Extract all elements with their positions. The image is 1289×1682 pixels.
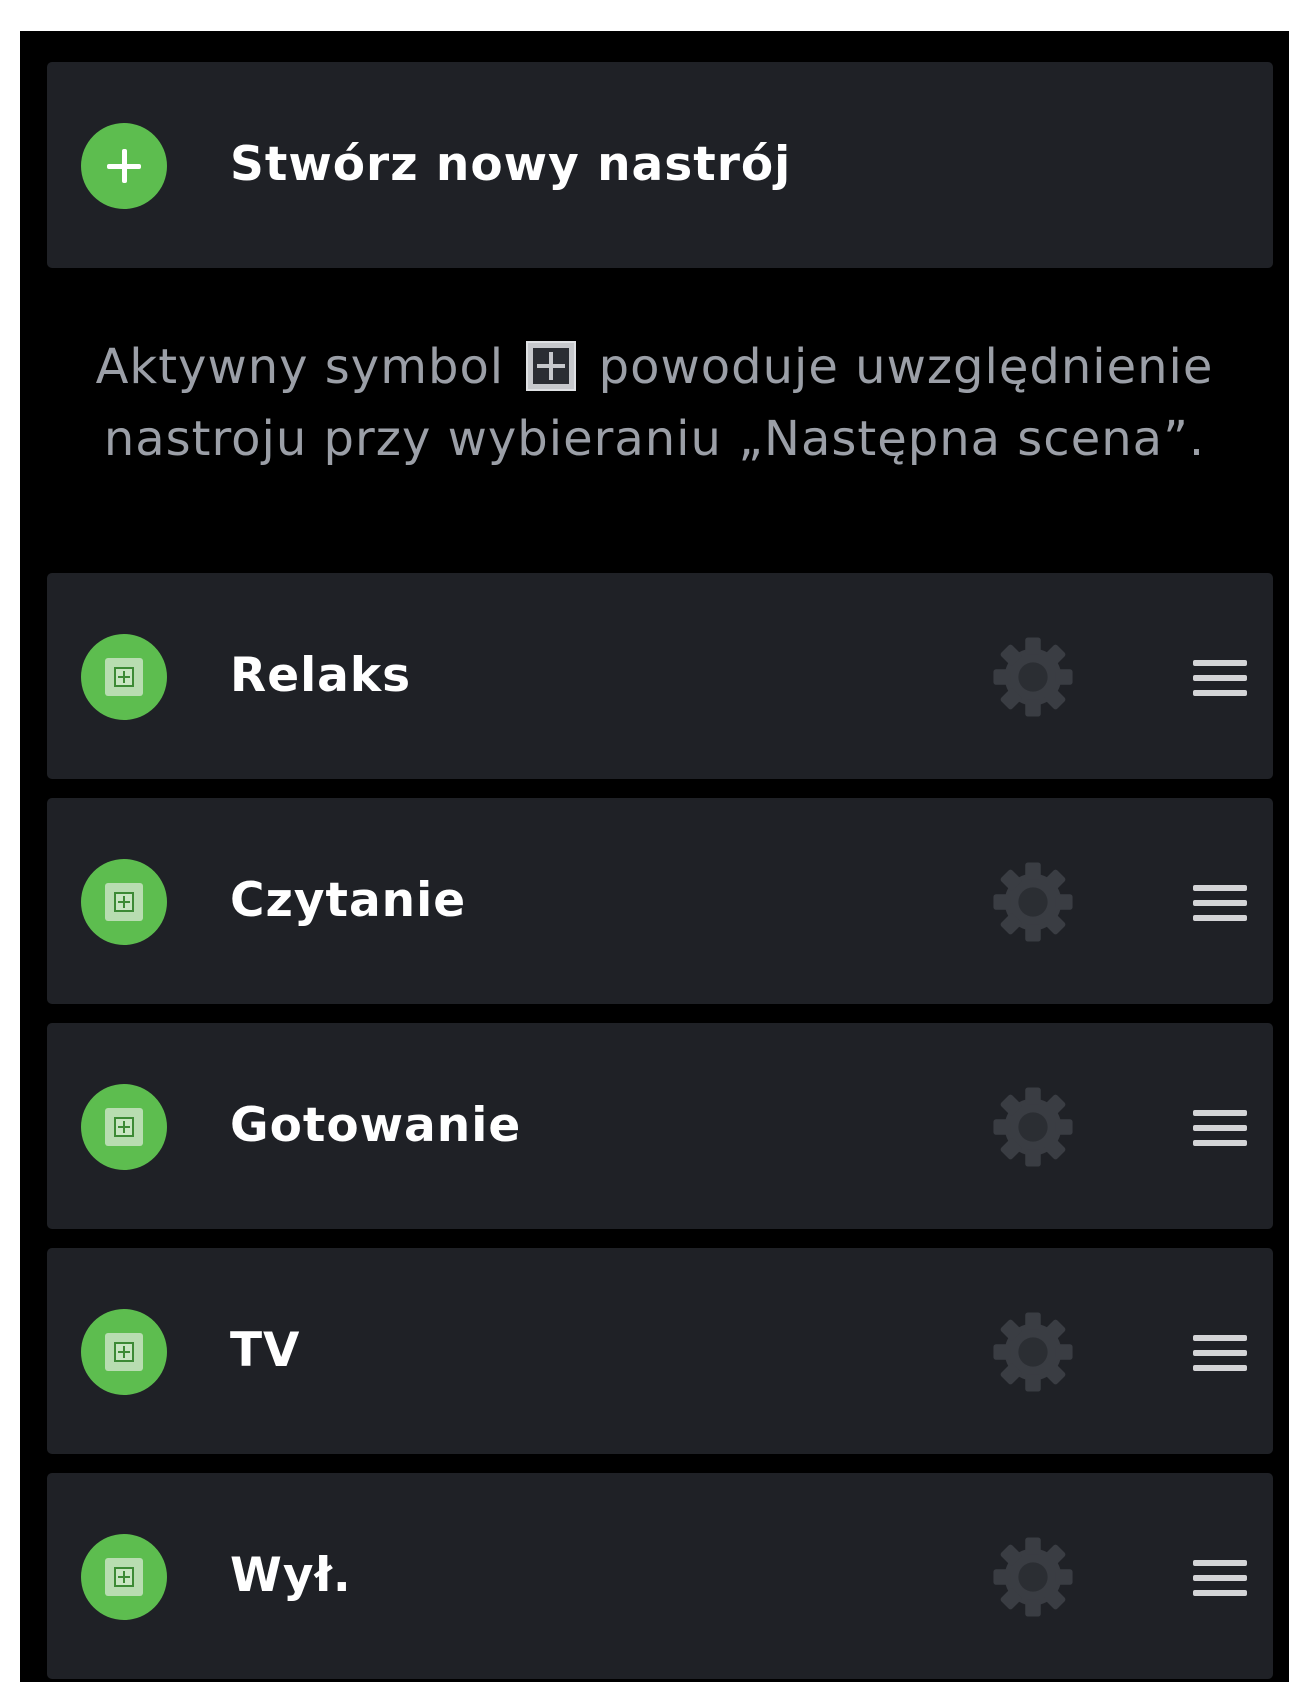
next-scene-include-icon	[105, 1333, 143, 1371]
next-scene-toggle[interactable]	[81, 1534, 167, 1620]
mood-item[interactable]: Wył.	[47, 1473, 1273, 1679]
next-scene-symbol-icon	[526, 341, 577, 391]
info-line-1-end: powoduje uwzględnienie	[598, 339, 1214, 395]
mood-name: Relaks	[230, 648, 412, 703]
gear-icon[interactable]	[990, 1534, 1076, 1620]
mood-name: TV	[230, 1323, 301, 1378]
gear-icon[interactable]	[990, 634, 1076, 720]
create-mood-button[interactable]: Stwórz nowy nastrój	[47, 62, 1273, 268]
next-scene-include-icon	[105, 1558, 143, 1596]
next-scene-toggle[interactable]	[81, 1084, 167, 1170]
add-circle	[81, 123, 167, 209]
info-line-2: nastroju przy wybieraniu „Następna scena…	[103, 411, 1206, 467]
mood-item[interactable]: TV	[47, 1248, 1273, 1454]
drag-handle-icon[interactable]	[1193, 885, 1247, 921]
next-scene-toggle[interactable]	[81, 859, 167, 945]
mood-item[interactable]: Czytanie	[47, 798, 1273, 1004]
next-scene-toggle[interactable]	[81, 634, 167, 720]
mood-item[interactable]: Relaks	[47, 573, 1273, 779]
gear-icon[interactable]	[990, 1084, 1076, 1170]
gear-icon[interactable]	[990, 1309, 1076, 1395]
next-scene-include-icon	[105, 1108, 143, 1146]
info-line-1: Aktywny symbol powoduje uwzględnienie	[20, 331, 1289, 403]
create-mood-label: Stwórz nowy nastrój	[230, 137, 792, 192]
mood-name: Czytanie	[230, 873, 467, 928]
plus-icon	[107, 149, 141, 183]
info-text: Aktywny symbol powoduje uwzględnienie na…	[20, 331, 1289, 475]
next-scene-include-icon	[105, 658, 143, 696]
app-screen: Stwórz nowy nastrój Aktywny symbol powod…	[20, 31, 1289, 1682]
mood-name: Wył.	[230, 1548, 352, 1603]
drag-handle-icon[interactable]	[1193, 1110, 1247, 1146]
mood-name: Gotowanie	[230, 1098, 522, 1153]
info-line-1-start: Aktywny symbol	[95, 339, 505, 395]
mood-item[interactable]: Gotowanie	[47, 1023, 1273, 1229]
next-scene-include-icon	[105, 883, 143, 921]
next-scene-toggle[interactable]	[81, 1309, 167, 1395]
gear-icon[interactable]	[990, 859, 1076, 945]
drag-handle-icon[interactable]	[1193, 1335, 1247, 1371]
drag-handle-icon[interactable]	[1193, 1560, 1247, 1596]
drag-handle-icon[interactable]	[1193, 660, 1247, 696]
